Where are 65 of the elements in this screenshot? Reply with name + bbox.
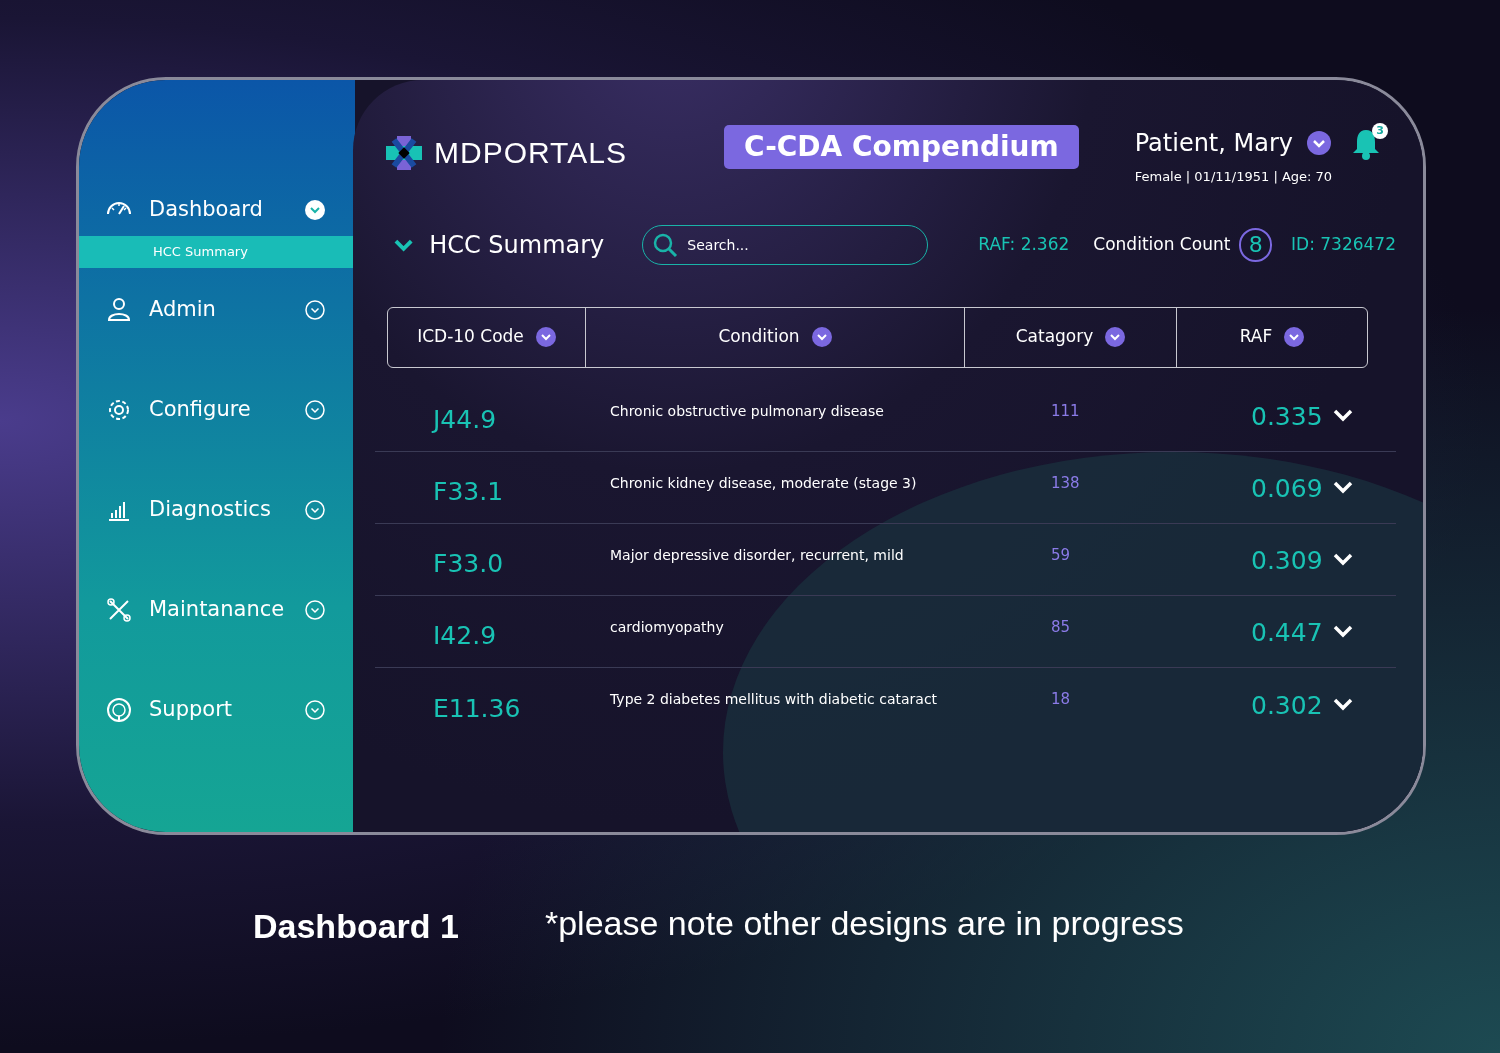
category-text: 138 — [1051, 472, 1081, 494]
raf-value: 0.069 — [1251, 473, 1324, 506]
expand-chevron-icon[interactable] — [1333, 624, 1353, 638]
sidebar-item[interactable]: Admin — [149, 294, 305, 326]
sort-chevron-icon[interactable] — [535, 327, 556, 347]
condition-text: Major depressive disorder, recurrent, mild — [610, 545, 905, 565]
section-title: HCC Summary — [429, 229, 605, 261]
expand-chevron-icon[interactable] — [1333, 696, 1353, 711]
category-text: 111 — [1051, 400, 1081, 422]
lifebuoy-icon — [105, 696, 133, 724]
user-icon — [105, 296, 133, 324]
sidebar-item[interactable]: Configure — [149, 394, 305, 426]
search-icon — [652, 231, 679, 258]
sort-chevron-icon[interactable] — [811, 327, 832, 347]
raf-value: 0.335 — [1251, 401, 1324, 434]
column-header[interactable]: Condition — [718, 324, 800, 350]
column-header[interactable]: Catagory — [1015, 324, 1094, 350]
condition-text: cardiomyopathy — [610, 617, 725, 637]
condition-text: Chronic kidney disease, moderate (stage 3) — [610, 473, 918, 493]
raf-value: 0.302 — [1251, 689, 1324, 722]
icd-code: I42.9 — [432, 620, 498, 653]
sidebar-item[interactable]: Maintanance — [149, 594, 305, 626]
chevron-icon[interactable] — [305, 300, 325, 320]
condition-count-label: Condition Count — [1093, 232, 1231, 256]
expand-chevron-icon[interactable] — [1333, 480, 1353, 494]
patient-menu-chevron-icon[interactable] — [1307, 131, 1331, 155]
sort-chevron-icon[interactable] — [1105, 327, 1126, 347]
chevron-icon[interactable] — [305, 400, 325, 420]
notification-badge: 3 — [1372, 123, 1389, 139]
chevron-icon[interactable] — [305, 200, 325, 220]
condition-count-badge: 8 — [1239, 227, 1273, 262]
raf-value: 0.447 — [1251, 617, 1324, 650]
icd-code: E11.36 — [432, 692, 522, 725]
column-header[interactable]: RAF — [1239, 324, 1273, 350]
expand-chevron-icon[interactable] — [1333, 552, 1353, 566]
column-header[interactable]: ICD-10 Code — [417, 324, 524, 350]
chevron-icon[interactable] — [305, 700, 325, 720]
sidebar-item[interactable]: Support — [149, 694, 305, 726]
tools-icon — [105, 596, 133, 624]
patient-id: ID: 7326472 — [1291, 232, 1396, 256]
expand-chevron-icon[interactable] — [1333, 408, 1353, 422]
raf-value: 0.309 — [1251, 545, 1324, 578]
chevron-icon[interactable] — [305, 600, 325, 620]
chevron-icon[interactable] — [305, 500, 325, 520]
product-badge: C-CDA Compendium — [724, 125, 1079, 169]
condition-text: Type 2 diabetes mellitus with diabetic cataract — [610, 690, 939, 709]
category-text: 59 — [1051, 544, 1072, 566]
icd-code: F33.0 — [432, 548, 505, 581]
sidebar-item[interactable]: Diagnostics — [149, 494, 305, 526]
icd-code: F33.1 — [432, 476, 505, 509]
condition-text: Chronic obstructive pulmonary disease — [610, 401, 885, 421]
caption-note: *please note other designs are in progress — [544, 903, 1184, 944]
icd-code: J44.9 — [430, 404, 498, 437]
logo-text: MDPORTALS — [434, 135, 627, 171]
search-field[interactable]: Search... — [642, 224, 929, 265]
sidebar-item[interactable]: Dashboard — [149, 194, 305, 226]
raf-total: RAF: 2.362 — [978, 232, 1070, 256]
category-text: 18 — [1051, 689, 1072, 711]
sort-chevron-icon[interactable] — [1284, 327, 1305, 347]
category-text: 85 — [1051, 616, 1072, 638]
patient-details: Female | 01/11/1951 | Age: 70 — [1134, 168, 1333, 186]
caption-title: Dashboard 1 — [253, 906, 459, 947]
patient-name: Patient, Mary — [1134, 128, 1293, 159]
logo-icon — [386, 135, 422, 170]
collapse-chevron-icon[interactable] — [394, 237, 414, 252]
